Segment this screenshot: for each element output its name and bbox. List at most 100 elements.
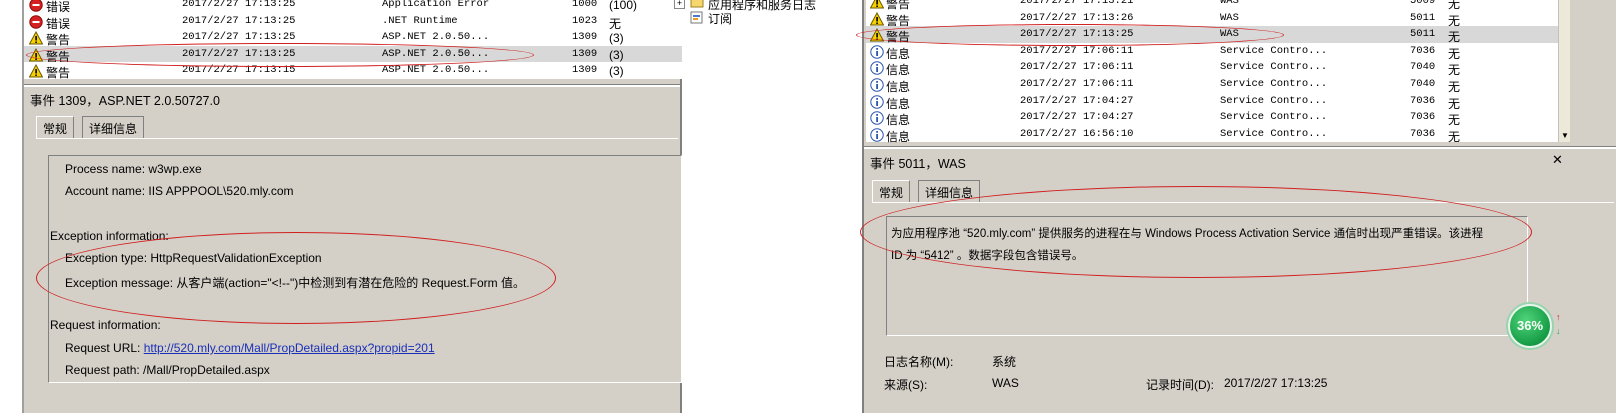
event-source-cell: ASP.NET 2.0.50... bbox=[382, 64, 490, 77]
event-row[interactable]: 信息 2017/2/27 17:04:27 Service Contro... 703… bbox=[866, 109, 1558, 127]
event-source-cell: Service Contro... bbox=[1220, 78, 1328, 90]
event-row[interactable]: 警告 2017/2/27 17:13:25 ASP.NET 2.0.50... 130… bbox=[24, 29, 682, 47]
warning-icon bbox=[869, 28, 885, 42]
event-time-cell: 2017/2/27 17:13:15 bbox=[182, 64, 296, 77]
process-name-text: Process name: w3wp.exe bbox=[65, 162, 202, 176]
event-row[interactable]: 警告 2017/2/27 17:13:15 ASP.NET 2.0.50... 130… bbox=[24, 62, 682, 80]
event-level-cell: 信息 bbox=[886, 129, 911, 144]
event-row[interactable]: 错误 2017/2/27 17:13:25 Application Error 100… bbox=[24, 0, 682, 14]
event-time-cell: 2017/2/27 17:06:11 bbox=[1020, 44, 1134, 57]
event-row[interactable]: 信息 2017/2/27 17:06:11 Service Contro... 704… bbox=[866, 59, 1558, 77]
event-source-cell: ASP.NET 2.0.50... bbox=[382, 31, 490, 44]
splitter[interactable] bbox=[24, 84, 680, 87]
event-time-cell: 2017/2/27 17:13:25 bbox=[182, 0, 296, 10]
event-source-cell: Service Contro... bbox=[1220, 127, 1328, 140]
event-source-cell: Service Contro... bbox=[1220, 94, 1328, 107]
error-icon bbox=[29, 0, 43, 12]
event-row[interactable]: 信息 2017/2/27 16:56:10 Service Contro... 703… bbox=[866, 125, 1558, 144]
event-source-cell: WAS bbox=[1220, 28, 1239, 41]
event-id-cell: 5011 bbox=[1410, 11, 1436, 24]
event-row[interactable]: 警告 2017/2/27 17:13:25 WAS 5011 无 bbox=[866, 26, 1558, 44]
download-arrow-icon: ↓ bbox=[1556, 326, 1561, 336]
event-time-cell: 2017/2/27 17:06:11 bbox=[1020, 61, 1134, 74]
event-message-line2: ID 为 “5412” 。数据字段包含错误号。 bbox=[891, 250, 1084, 262]
exception-info-heading: Exception information: bbox=[50, 229, 169, 243]
info-icon bbox=[870, 78, 884, 92]
warning-icon bbox=[28, 64, 44, 78]
event-row[interactable]: 信息 2017/2/27 17:06:11 Service Contro... 703… bbox=[866, 42, 1558, 61]
event-id-cell: 7036 bbox=[1410, 44, 1436, 57]
event-time-cell: 2017/2/27 17:13:21 bbox=[1020, 0, 1134, 7]
event-source-cell: Service Contro... bbox=[1220, 61, 1328, 74]
account-name-text: Account name: IIS APPPOOL\520.mly.com bbox=[65, 184, 294, 198]
error-icon bbox=[29, 14, 43, 29]
logged-label: 记录时间(D): bbox=[1146, 378, 1214, 392]
event-time-cell: 2017/2/27 17:13:25 bbox=[182, 14, 296, 27]
info-icon bbox=[870, 61, 884, 76]
right-event-viewer-pane: 警告 2017/2/27 17:13:21 WAS 5009 无警告 2017/2/27 … bbox=[862, 0, 1616, 413]
event-id-cell: 1309 bbox=[572, 47, 598, 60]
event-time-cell: 2017/2/27 17:04:27 bbox=[1020, 111, 1134, 124]
event-id-cell: 7036 bbox=[1410, 94, 1436, 107]
tab-general[interactable]: 常规 bbox=[872, 180, 911, 202]
event-time-cell: 2017/2/27 17:13:25 bbox=[182, 31, 296, 44]
event-source-cell: Service Contro... bbox=[1220, 111, 1328, 124]
source-value: WAS bbox=[992, 376, 1019, 390]
subscription-icon bbox=[690, 10, 704, 24]
request-info-heading: Request information: bbox=[50, 318, 161, 332]
event-cat-cell: 无 bbox=[1448, 129, 1461, 144]
event-id-cell: 7036 bbox=[1410, 127, 1436, 140]
source-label: 来源(S): bbox=[884, 378, 928, 392]
event-source-cell: Service Contro... bbox=[1220, 44, 1328, 57]
event-time-cell: 2017/2/27 17:13:25 bbox=[1020, 28, 1134, 41]
exception-message-text: Exception message: 从客户端(action="<!--")中检… bbox=[65, 276, 525, 290]
event-source-cell: WAS bbox=[1220, 0, 1239, 7]
event-id-cell: 5009 bbox=[1410, 0, 1436, 7]
event-detail-title: 事件 5011，WAS bbox=[870, 157, 966, 171]
event-description-box: Process name: w3wp.exe Account name: IIS… bbox=[48, 155, 682, 383]
scroll-down-icon[interactable]: ▼ bbox=[1561, 131, 1569, 140]
event-row[interactable]: 警告 2017/2/27 17:13:21 WAS 5009 无 bbox=[866, 0, 1558, 11]
event-id-cell: 7036 bbox=[1410, 111, 1436, 124]
speed-gauge[interactable]: 36% bbox=[1508, 304, 1552, 348]
tree-expander[interactable]: + bbox=[674, 0, 685, 9]
event-time-cell: 2017/2/27 17:04:27 bbox=[1020, 94, 1134, 107]
event-id-cell: 1023 bbox=[572, 14, 598, 27]
event-list-scrollbar[interactable]: ▼ bbox=[1558, 0, 1570, 142]
tab-details[interactable]: 详细信息 bbox=[918, 180, 981, 202]
folder-icon bbox=[690, 0, 704, 8]
warning-icon bbox=[869, 11, 885, 26]
log-tree: + 应用程序和服务日志 订阅 bbox=[674, 0, 862, 413]
event-id-cell: 5011 bbox=[1410, 28, 1436, 41]
tree-item-subscriptions[interactable]: 订阅 bbox=[708, 10, 732, 27]
event-row[interactable]: 信息 2017/2/27 17:06:11 Service Contro... 704… bbox=[866, 76, 1558, 94]
event-id-cell: 1309 bbox=[572, 64, 598, 77]
event-source-cell: WAS bbox=[1220, 11, 1239, 24]
event-row[interactable]: 信息 2017/2/27 17:04:27 Service Contro... 703… bbox=[866, 92, 1558, 111]
logged-value: 2017/2/27 17:13:25 bbox=[1224, 376, 1328, 390]
event-row[interactable]: 警告 2017/2/27 17:13:25 ASP.NET 2.0.50... 130… bbox=[24, 45, 682, 64]
request-url-link[interactable]: http://520.mly.com/Mall/PropDetailed.asp… bbox=[144, 341, 435, 355]
event-time-cell: 2017/2/27 17:06:11 bbox=[1020, 78, 1134, 90]
splitter[interactable] bbox=[864, 146, 1616, 149]
exception-type-text: Exception type: HttpRequestValidationExc… bbox=[65, 251, 322, 265]
left-event-viewer-pane: 错误 2017/2/27 17:13:25 Application Error 100… bbox=[22, 0, 682, 413]
event-description-box: 为应用程序池 “520.mly.com” 提供服务的进程在与 Windows P… bbox=[886, 216, 1528, 336]
event-row[interactable]: 警告 2017/2/27 17:13:26 WAS 5011 无 bbox=[866, 9, 1558, 28]
info-icon bbox=[870, 111, 884, 125]
log-name-value: 系统 bbox=[992, 355, 1017, 369]
upload-arrow-icon: ↑ bbox=[1556, 312, 1561, 322]
request-url-label: Request URL: bbox=[65, 341, 144, 355]
event-source-cell: Application Error bbox=[382, 0, 490, 10]
warning-icon bbox=[869, 0, 885, 9]
event-cat-cell: (3) bbox=[609, 64, 624, 79]
event-row[interactable]: 错误 2017/2/27 17:13:25 .NET Runtime 1023 无 bbox=[24, 12, 682, 31]
event-time-cell: 2017/2/27 16:56:10 bbox=[1020, 127, 1134, 140]
tab-details[interactable]: 详细信息 bbox=[82, 116, 145, 138]
event-cat-cell: (3) bbox=[609, 47, 624, 62]
warning-icon bbox=[28, 47, 44, 62]
close-icon[interactable]: ✕ bbox=[1552, 152, 1563, 168]
event-message-line1: 为应用程序池 “520.mly.com” 提供服务的进程在与 Windows P… bbox=[891, 228, 1484, 240]
log-name-label: 日志名称(M): bbox=[884, 355, 954, 369]
tab-general[interactable]: 常规 bbox=[36, 116, 75, 138]
